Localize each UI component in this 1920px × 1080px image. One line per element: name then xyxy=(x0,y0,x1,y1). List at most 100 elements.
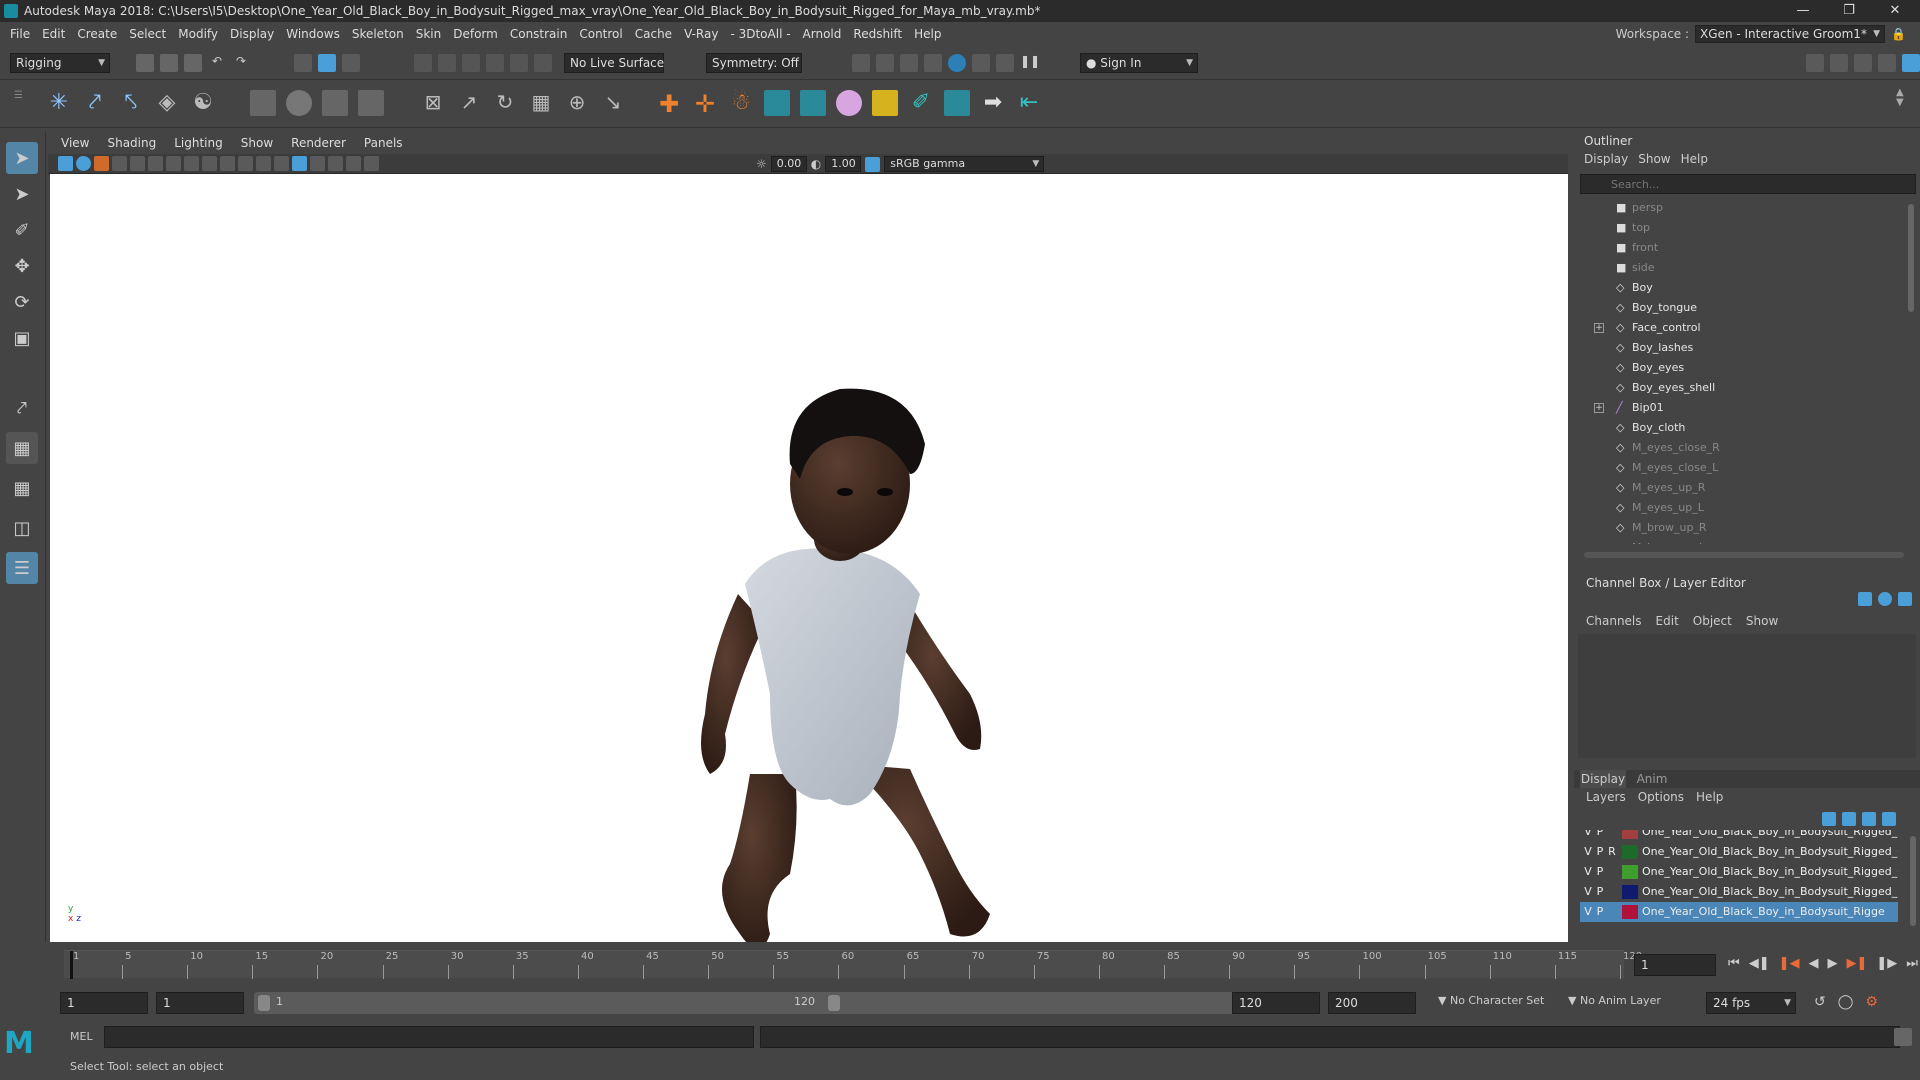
gate-mask-icon[interactable] xyxy=(184,156,199,171)
panel-menu-panels[interactable]: Panels xyxy=(355,132,412,154)
align-icon[interactable]: ⇤ xyxy=(1016,90,1042,116)
outliner-item[interactable]: ■ front xyxy=(1580,238,1910,258)
channel-box-icon[interactable] xyxy=(1878,54,1896,72)
step-forward-frame-icon[interactable]: ▶❚ xyxy=(1846,956,1867,971)
menu-control[interactable]: Control xyxy=(573,22,628,46)
outliner-item[interactable]: ■ side xyxy=(1580,258,1910,278)
ipr-render-icon[interactable] xyxy=(900,54,918,72)
channel-expand-icon[interactable] xyxy=(1898,592,1912,606)
outliner-item[interactable]: + ╱ Bip01 xyxy=(1580,398,1910,418)
shader-ball-icon[interactable] xyxy=(872,90,898,116)
channelbox-menu-edit[interactable]: Edit xyxy=(1654,614,1691,628)
menu-deform[interactable]: Deform xyxy=(447,22,504,46)
vray-light-icon[interactable] xyxy=(800,90,826,116)
isolate-select-icon[interactable] xyxy=(364,156,379,171)
outliner-menu-display[interactable]: Display xyxy=(1582,152,1636,166)
menu-display[interactable]: Display xyxy=(224,22,280,46)
color-management-icon[interactable] xyxy=(865,156,881,172)
animation-start-field[interactable]: 1 xyxy=(60,992,148,1014)
last-tool-icon[interactable]: ⤤ xyxy=(6,392,38,424)
auto-key-icon[interactable]: ◯ xyxy=(1838,994,1854,1010)
layer-color-swatch[interactable] xyxy=(1622,885,1638,899)
step-back-frame-icon[interactable]: ❚◀ xyxy=(1779,956,1800,971)
lattice-icon[interactable] xyxy=(322,90,348,116)
layer-reference-toggle[interactable]: R xyxy=(1606,842,1618,862)
outliner-menu-help[interactable]: Help xyxy=(1679,152,1716,166)
fps-dropdown[interactable]: 24 fps ▼ xyxy=(1706,992,1796,1014)
layer-visibility-toggle[interactable]: V xyxy=(1582,862,1594,882)
shelf-scroll-icon[interactable]: ▲ ▼ xyxy=(1896,88,1904,108)
xray-icon[interactable] xyxy=(346,156,361,171)
menu-file[interactable]: File xyxy=(4,22,36,46)
camera-attributes-icon[interactable] xyxy=(76,156,91,171)
layer-playback-toggle[interactable]: P xyxy=(1594,902,1606,922)
redo-icon[interactable]: ↷ xyxy=(232,54,250,72)
pin-icon[interactable]: ➡ xyxy=(980,90,1006,116)
play-forward-icon[interactable]: ▶ xyxy=(1827,956,1837,971)
brush-icon[interactable]: ✐ xyxy=(908,90,934,116)
ik-handle-icon[interactable]: ⤤ xyxy=(82,90,108,116)
close-button[interactable]: ✕ xyxy=(1872,0,1918,22)
restore-button[interactable]: ❐ xyxy=(1826,0,1872,22)
move-layer-down-icon[interactable] xyxy=(1842,812,1856,826)
layer-menu-help[interactable]: Help xyxy=(1694,790,1733,804)
sphere-icon[interactable] xyxy=(836,90,862,116)
channelbox-menu-object[interactable]: Object xyxy=(1691,614,1744,628)
snap-curve-icon[interactable] xyxy=(438,54,456,72)
minimize-button[interactable]: — xyxy=(1780,0,1826,22)
gamma-field[interactable]: 1.00 xyxy=(825,156,862,172)
lock-icon[interactable]: 🔒 xyxy=(1891,27,1906,41)
point-constraint-icon[interactable]: ↗ xyxy=(456,90,482,116)
vray-proxy-icon[interactable] xyxy=(944,90,970,116)
menu-windows[interactable]: Windows xyxy=(280,22,346,46)
modeling-toolkit-icon[interactable] xyxy=(1806,54,1824,72)
menu-create[interactable]: Create xyxy=(71,22,123,46)
outliner-search-input[interactable] xyxy=(1581,175,1881,193)
tab-display[interactable]: Display xyxy=(1580,770,1626,788)
textured-icon[interactable] xyxy=(292,156,307,171)
film-gate-icon[interactable] xyxy=(148,156,163,171)
menu-constrain[interactable]: Constrain xyxy=(504,22,574,46)
layer-row[interactable]: V P One_Year_Old_Black_Boy_in_Bodysuit_Rig… xyxy=(1580,862,1898,882)
outliner-item[interactable]: ■ persp xyxy=(1580,198,1910,218)
layer-menu-layers[interactable]: Layers xyxy=(1584,790,1636,804)
locator-icon[interactable]: ✚ xyxy=(656,90,682,118)
vray-material-icon[interactable] xyxy=(764,90,790,116)
playback-end-field[interactable]: 120 xyxy=(1232,992,1320,1014)
outliner-item[interactable]: ◇ Boy_eyes_shell xyxy=(1580,378,1910,398)
insert-joint-icon[interactable]: ◈ xyxy=(154,90,180,116)
panel-menu-view[interactable]: View xyxy=(52,132,98,154)
panel-menu-renderer[interactable]: Renderer xyxy=(282,132,355,154)
layers-toggle-icon[interactable] xyxy=(1902,54,1920,72)
hypershade-icon[interactable] xyxy=(948,54,966,72)
colorspace-dropdown[interactable]: sRGB gamma ▼ xyxy=(884,156,1045,172)
joint-tool-icon[interactable]: ✳ xyxy=(46,90,72,116)
layer-row[interactable]: V P One_Year_Old_Black_Boy_in_Bodysuit_Rig… xyxy=(1580,882,1898,902)
channelbox-menu-show[interactable]: Show xyxy=(1744,614,1790,628)
outliner-item[interactable]: ◇ Boy_lashes xyxy=(1580,338,1910,358)
menu-arnold[interactable]: Arnold xyxy=(797,22,848,46)
snap-view-plane-icon[interactable] xyxy=(486,54,504,72)
bookmark-icon[interactable] xyxy=(94,156,109,171)
pole-vector-icon[interactable]: ↘ xyxy=(600,90,626,116)
channel-sync-icon[interactable] xyxy=(1878,592,1892,606)
animation-prefs-icon[interactable]: ⚙ xyxy=(1865,994,1878,1010)
snap-pivot-icon[interactable] xyxy=(534,54,552,72)
shelf-menu-icon[interactable]: ☰ xyxy=(14,90,24,120)
outliner-item[interactable]: + ◇ Face_control xyxy=(1580,318,1910,338)
snap-point-icon[interactable] xyxy=(462,54,480,72)
viewport-3d[interactable]: yx z xyxy=(50,174,1568,942)
menu-3dtoall[interactable]: - 3DtoAll - xyxy=(724,22,796,46)
move-layer-up-icon[interactable] xyxy=(1822,812,1836,826)
outliner-item[interactable]: ◇ Boy_cloth xyxy=(1580,418,1910,438)
outliner-item[interactable]: ◇ Boy_tongue xyxy=(1580,298,1910,318)
new-scene-icon[interactable] xyxy=(136,54,154,72)
image-plane-icon[interactable] xyxy=(112,156,127,171)
use-lights-icon[interactable] xyxy=(310,156,325,171)
save-scene-icon[interactable] xyxy=(184,54,202,72)
outliner-menu-show[interactable]: Show xyxy=(1636,152,1678,166)
channelbox-menu-channels[interactable]: Channels xyxy=(1584,614,1654,628)
outliner-item[interactable]: ◇ Boy xyxy=(1580,278,1910,298)
persp-outliner-layout-icon[interactable]: ☰ xyxy=(6,552,38,584)
outliner-item[interactable]: ◇ M_brow_up_R xyxy=(1580,518,1910,538)
